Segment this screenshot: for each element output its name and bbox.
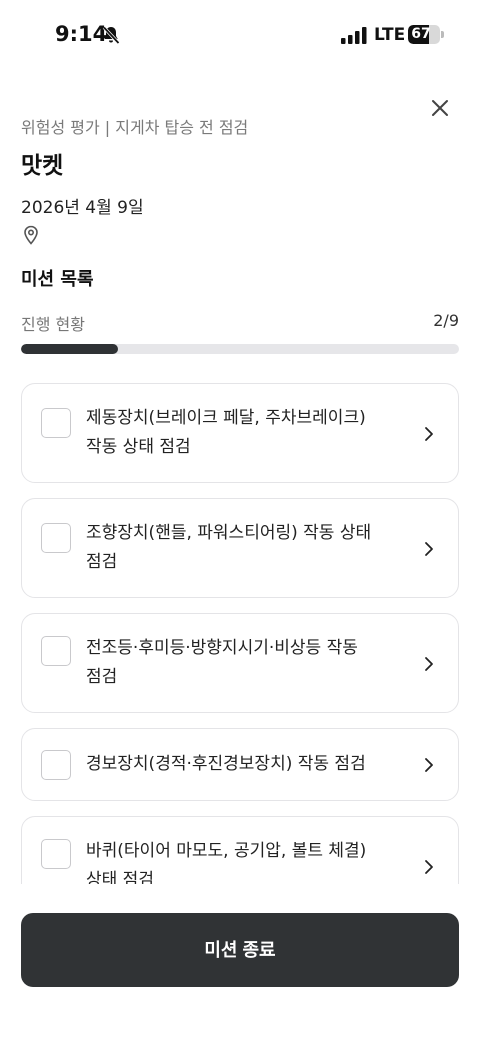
mission-label: 경보장치(경적·후진경보장치) 작동 점검 — [86, 754, 366, 774]
battery-level: 67 — [411, 26, 431, 42]
mission-label: 전조등·후미등·방향지시기·비상등 작동 점검 — [86, 638, 358, 687]
mission-checkbox[interactable] — [41, 523, 71, 553]
mission-list[interactable]: 제동장치(브레이크 페달, 주차브레이크) 작동 상태 점검 조향장치(핸들, … — [0, 372, 480, 884]
breadcrumb: 위험성 평가 | 지게차 탑승 전 점검 — [21, 118, 249, 137]
page-title: 맛켓 — [21, 153, 64, 179]
check-icon — [49, 417, 65, 429]
mission-label: 바퀴(타이어 마모도, 공기압, 볼트 체결) 상태 점검 — [86, 841, 367, 884]
progress-fill — [21, 344, 119, 354]
signal-icon — [341, 27, 367, 44]
progress-count: 2/9 — [433, 311, 459, 330]
location-pin-icon — [24, 225, 38, 245]
mission-checkbox[interactable] — [41, 750, 71, 780]
mission-label: 제동장치(브레이크 페달, 주차브레이크) 작동 상태 점검 — [86, 408, 366, 457]
mission-checkbox[interactable] — [41, 408, 71, 438]
mission-item[interactable]: 조향장치(핸들, 파워스티어링) 작동 상태 점검 — [21, 498, 459, 598]
chevron-right-icon — [425, 860, 433, 874]
battery-icon: 67 — [408, 25, 440, 44]
status-bar: 9:14 LTE 67 — [0, 0, 480, 72]
chevron-right-icon — [425, 758, 433, 772]
chevron-right-icon — [425, 427, 433, 441]
mission-checkbox[interactable] — [41, 839, 71, 869]
end-mission-button[interactable]: 미션 종료 — [21, 913, 459, 987]
mission-item[interactable]: 바퀴(타이어 마모도, 공기압, 볼트 체결) 상태 점검 — [21, 816, 459, 884]
mission-item[interactable]: 제동장치(브레이크 페달, 주차브레이크) 작동 상태 점검 — [21, 383, 459, 483]
mission-label: 조향장치(핸들, 파워스티어링) 작동 상태 점검 — [86, 523, 372, 572]
mission-list-title: 미션 목록 — [21, 269, 94, 290]
progress-bar — [21, 344, 459, 354]
date-text: 2026년 4월 9일 — [21, 198, 144, 218]
check-icon — [49, 532, 65, 544]
end-mission-label: 미션 종료 — [204, 940, 276, 960]
progress-label: 진행 현황 — [21, 315, 85, 334]
bell-slash-icon — [102, 26, 120, 45]
chevron-right-icon — [425, 657, 433, 671]
chevron-right-icon — [425, 542, 433, 556]
battery-tip — [441, 31, 444, 38]
status-time: 9:14 — [55, 22, 108, 46]
close-icon — [432, 100, 448, 116]
mission-item[interactable]: 전조등·후미등·방향지시기·비상등 작동 점검 — [21, 613, 459, 713]
network-label: LTE — [374, 25, 406, 45]
mission-checkbox[interactable] — [41, 636, 71, 666]
close-button[interactable] — [424, 92, 456, 124]
mission-item[interactable]: 경보장치(경적·후진경보장치) 작동 점검 — [21, 728, 459, 801]
